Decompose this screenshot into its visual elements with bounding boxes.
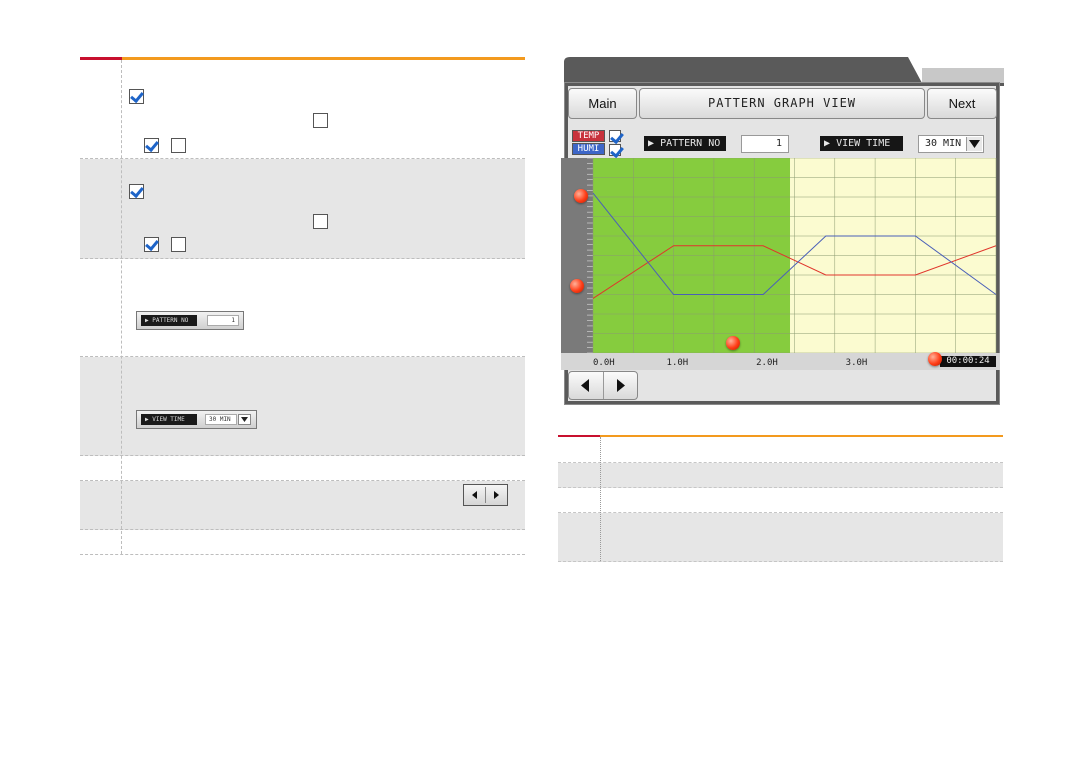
scroll-left-button[interactable] [569, 372, 604, 399]
callout-marker [570, 279, 584, 293]
view-time-widget-example: ▶ VIEW TIME 30 MIN [136, 410, 257, 429]
x-tick-label: 3.0H [846, 358, 868, 368]
view-time-label: ▶ VIEW TIME [820, 136, 903, 151]
pattern-graph: 0.0H1.0H2.0H3.0H4.0H [561, 158, 1000, 370]
table-row [558, 488, 1003, 513]
play-icon: ▶ [824, 138, 831, 149]
chevron-down-icon [238, 414, 251, 425]
unchecked-checkbox-example [171, 237, 186, 252]
table-row [558, 437, 1003, 463]
arrow-left-icon [581, 379, 589, 392]
humi-checkbox[interactable] [609, 144, 621, 156]
table-row [80, 530, 525, 555]
view-time-select[interactable]: 30 MIN [918, 135, 984, 153]
pattern-no-label: ▶ PATTERN NO [644, 136, 726, 151]
unchecked-checkbox-example [171, 138, 186, 153]
humi-checkbox-example [129, 184, 144, 199]
x-tick-label: 1.0H [667, 358, 689, 368]
scroll-arrows [568, 371, 638, 400]
table-row [80, 456, 525, 481]
temp-checkbox-example [129, 89, 144, 104]
checked-checkbox-example [144, 138, 159, 153]
checked-checkbox-example [144, 237, 159, 252]
elapsed-time: 00:00:24 [940, 356, 996, 367]
view-time-value: 30 MIN [205, 414, 237, 425]
table-row [80, 481, 525, 530]
device-screen: Main PATTERN GRAPH VIEW Next TEMP HUMI ▶… [558, 56, 1004, 410]
table-row [558, 463, 1003, 488]
unchecked-checkbox-example [313, 214, 328, 229]
table-row [80, 259, 525, 357]
x-tick-label: 0.0H [593, 358, 615, 368]
scroll-right-button[interactable] [604, 372, 637, 399]
next-button[interactable]: Next [927, 88, 997, 119]
page-title: PATTERN GRAPH VIEW [639, 88, 925, 119]
view-time-value: 30 MIN [925, 138, 962, 149]
table-column-divider [121, 60, 122, 554]
arrow-right-icon [617, 379, 625, 392]
pattern-no-value: 1 [207, 315, 239, 326]
table-row [558, 513, 1003, 562]
chevron-down-icon[interactable] [966, 137, 982, 151]
table-column-divider [600, 437, 601, 561]
temp-tag: TEMP [572, 130, 605, 142]
temp-checkbox[interactable] [609, 130, 621, 142]
main-button[interactable]: Main [568, 88, 637, 119]
pattern-no-widget-example: ▶ PATTERN NO 1 [136, 311, 244, 330]
scroll-arrows-example [463, 484, 508, 506]
view-time-label: ▶ VIEW TIME [141, 414, 197, 425]
humi-tag: HUMI [572, 143, 605, 155]
pattern-no-input[interactable]: 1 [741, 135, 789, 153]
table-row [80, 357, 525, 456]
pattern-no-label: ▶ PATTERN NO [141, 315, 197, 326]
callout-marker [726, 336, 740, 350]
callout-marker [928, 352, 942, 366]
callout-marker [574, 189, 588, 203]
unchecked-checkbox-example [313, 113, 328, 128]
x-tick-label: 2.0H [756, 358, 778, 368]
play-icon: ▶ [648, 138, 655, 149]
